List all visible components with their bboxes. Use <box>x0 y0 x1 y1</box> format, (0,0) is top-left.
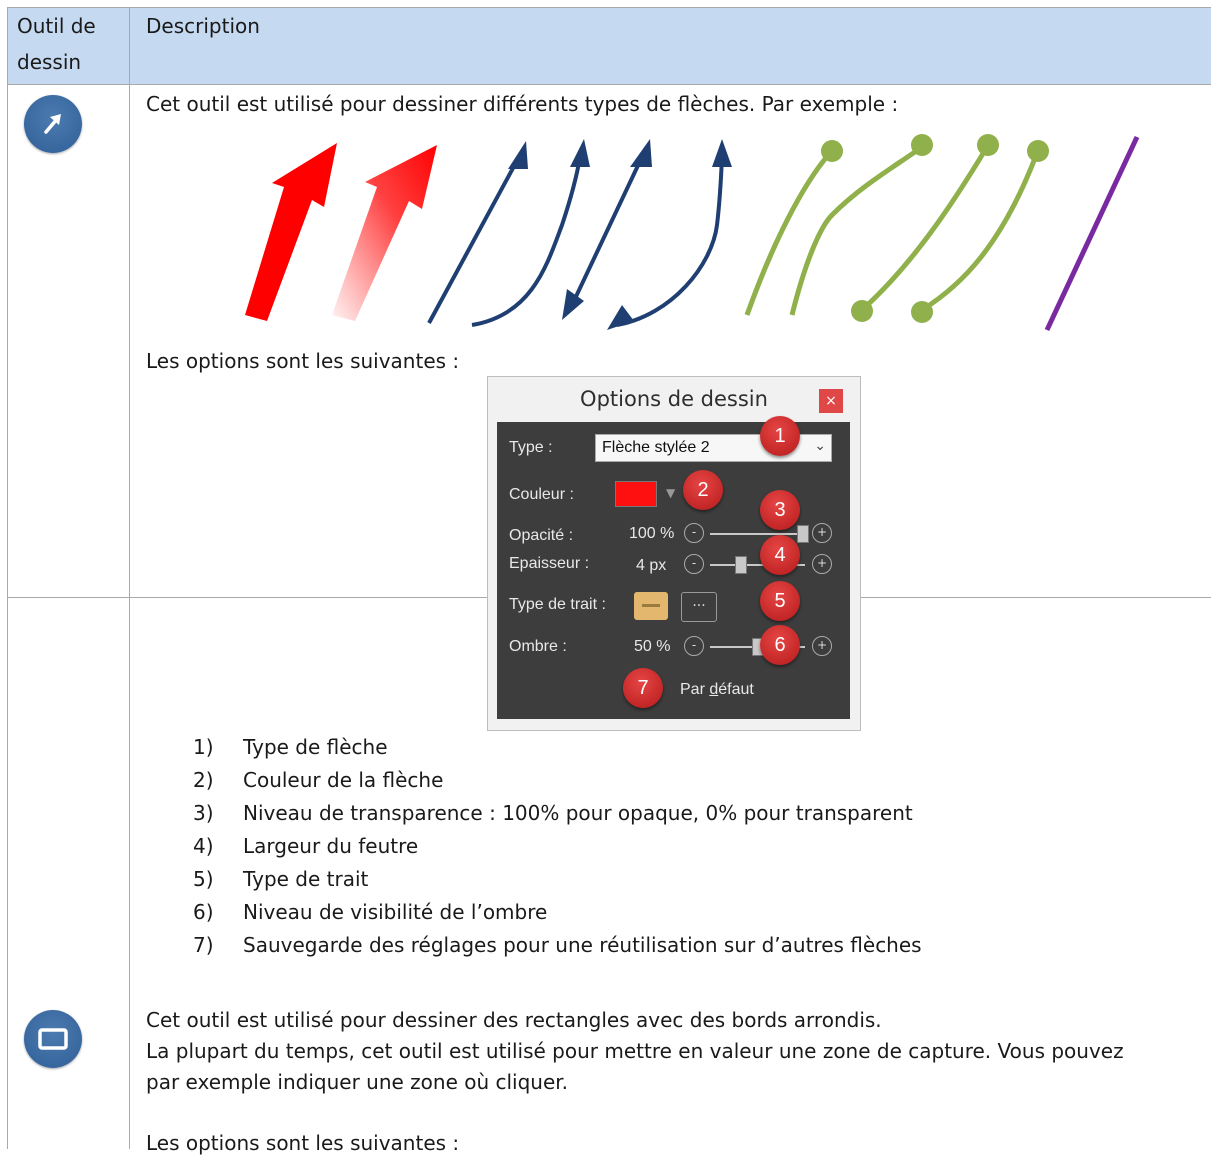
arrow-tool-intro: Cet outil est utilisé pour dessiner diff… <box>146 92 899 116</box>
shadow-value: 50 % <box>634 638 671 655</box>
type-select-value: Flèche stylée 2 <box>602 439 710 456</box>
list-text: Niveau de visibilité de l’ombre <box>243 900 548 924</box>
line-type-label: Type de trait : <box>509 596 606 613</box>
callout-badge: 6 <box>760 625 800 665</box>
thickness-slider-thumb[interactable] <box>735 556 747 574</box>
solid-line-button[interactable] <box>634 592 668 620</box>
rectangle-tool-line3: par exemple indiquer une zone où cliquer… <box>146 1070 569 1094</box>
header-col1-line1: Outil de <box>17 14 96 38</box>
opacity-decrease-button[interactable]: - <box>684 523 704 543</box>
thickness-value: 4 px <box>636 557 667 574</box>
default-button[interactable]: Par défaut <box>680 680 754 700</box>
opacity-value: 100 % <box>629 525 675 542</box>
list-number: 7) <box>193 933 214 957</box>
callout-badge: 4 <box>760 535 800 575</box>
faded-red-arrow-example <box>332 145 437 321</box>
shadow-increase-button[interactable]: + <box>812 636 832 656</box>
arrow-examples-illustration <box>245 134 1140 332</box>
callout-badge: 5 <box>760 581 800 621</box>
list-number: 5) <box>193 867 214 891</box>
shadow-label: Ombre : <box>509 638 567 655</box>
type-label: Type : <box>509 439 553 456</box>
list-number: 1) <box>193 735 214 759</box>
arrow-glyph-icon <box>44 114 61 134</box>
rectangle-glyph-icon <box>38 1028 68 1050</box>
list-text: Niveau de transparence : 100% pour opaqu… <box>243 801 913 825</box>
shadow-decrease-button[interactable]: - <box>684 636 704 656</box>
callout-badge: 1 <box>760 416 800 456</box>
arrow-tool-icon[interactable] <box>24 95 82 153</box>
callout-badge: 7 <box>623 668 663 708</box>
green-line-examples <box>744 144 1040 316</box>
header-col1-line2: dessin <box>17 50 82 74</box>
solid-line-icon <box>642 604 660 607</box>
opacity-slider-track[interactable] <box>710 533 805 535</box>
color-dropdown-icon[interactable]: ▼ <box>666 486 675 500</box>
callout-badge: 3 <box>760 490 800 530</box>
rectangle-tool-icon[interactable] <box>24 1010 82 1068</box>
thickness-increase-button[interactable]: + <box>812 554 832 574</box>
list-text: Couleur de la flèche <box>243 768 444 792</box>
callout-badge: 2 <box>683 470 723 510</box>
header-col2: Description <box>146 14 260 38</box>
table-left-border <box>7 7 8 1149</box>
opacity-label: Opacité : <box>509 527 574 544</box>
list-number: 3) <box>193 801 214 825</box>
list-text: Type de flèche <box>243 735 388 759</box>
navy-arrowheads <box>508 139 732 330</box>
dotted-line-button[interactable]: ··· <box>681 592 717 622</box>
red-arrow-example <box>245 143 337 321</box>
dialog-title: Options de dessin <box>580 387 768 411</box>
list-text: Sauvegarde des réglages pour une réutili… <box>243 933 922 957</box>
thickness-decrease-button[interactable]: - <box>684 554 704 574</box>
chevron-down-icon: ⌄ <box>814 438 826 454</box>
rectangle-tool-line2: La plupart du temps, cet outil est utili… <box>146 1039 1124 1063</box>
purple-line-example <box>1044 135 1140 332</box>
color-swatch[interactable] <box>615 481 657 507</box>
list-number: 6) <box>193 900 214 924</box>
rectangle-tool-line1: Cet outil est utilisé pour dessiner des … <box>146 1008 882 1032</box>
list-text: Type de trait <box>243 867 369 891</box>
column-divider <box>129 7 130 1149</box>
list-number: 2) <box>193 768 214 792</box>
close-button[interactable]: × <box>819 389 843 413</box>
drawing-options-dialog: Options de dessin × Type : Flèche stylée… <box>487 376 861 731</box>
dialog-body: Type : Flèche stylée 2 ⌄ Couleur : ▼ Opa… <box>497 422 850 719</box>
arrow-options-intro: Les options sont les suivantes : <box>146 349 460 373</box>
list-number: 4) <box>193 834 214 858</box>
color-label: Couleur : <box>509 486 574 503</box>
opacity-slider-thumb[interactable] <box>797 525 809 543</box>
opacity-increase-button[interactable]: + <box>812 523 832 543</box>
rectangle-options-intro: Les options sont les suivantes : <box>146 1131 460 1155</box>
thickness-label: Epaisseur : <box>509 555 590 572</box>
list-text: Largeur du feutre <box>243 834 419 858</box>
